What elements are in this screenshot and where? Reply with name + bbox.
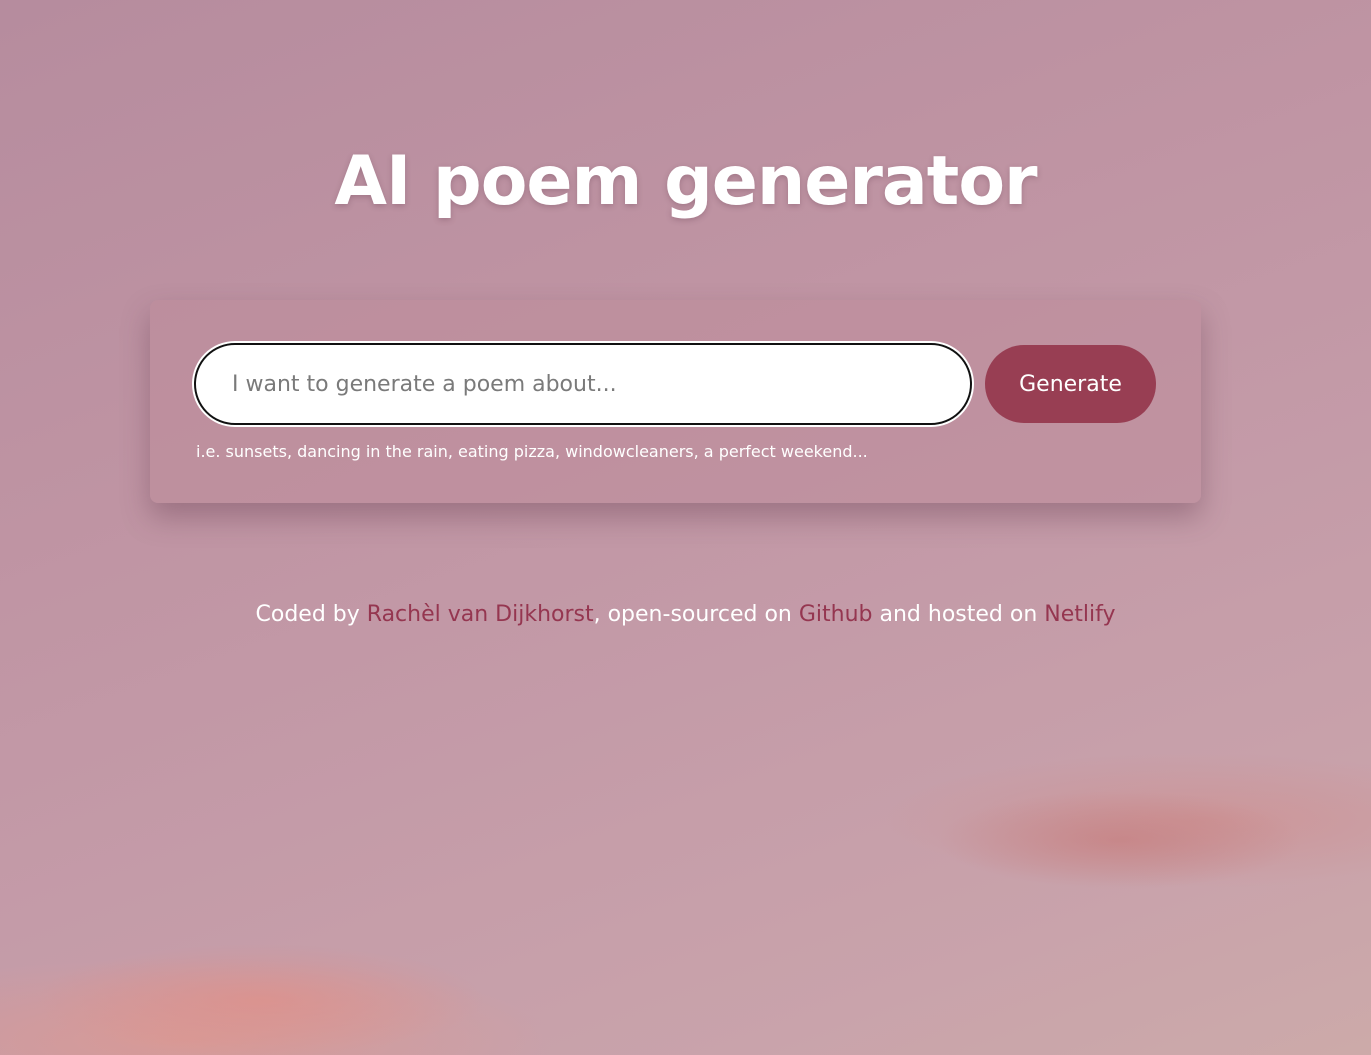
github-link[interactable]: Github xyxy=(799,602,873,627)
footer: Coded by Rachèl van Dijkhorst, open-sour… xyxy=(0,602,1371,627)
page-title: AI poem generator xyxy=(334,142,1037,221)
search-form-card: Generate i.e. sunsets, dancing in the ra… xyxy=(150,300,1201,503)
poem-topic-input[interactable] xyxy=(196,345,970,423)
footer-open-sourced-text: , open-sourced on xyxy=(593,602,799,627)
generate-button[interactable]: Generate xyxy=(985,345,1156,423)
netlify-link[interactable]: Netlify xyxy=(1044,602,1115,627)
input-hint: i.e. sunsets, dancing in the rain, eatin… xyxy=(196,442,868,461)
footer-hosted-text: and hosted on xyxy=(872,602,1045,627)
footer-coded-by-text: Coded by xyxy=(255,602,367,627)
poem-topic-field[interactable] xyxy=(194,343,972,425)
author-link[interactable]: Rachèl van Dijkhorst xyxy=(367,602,594,627)
